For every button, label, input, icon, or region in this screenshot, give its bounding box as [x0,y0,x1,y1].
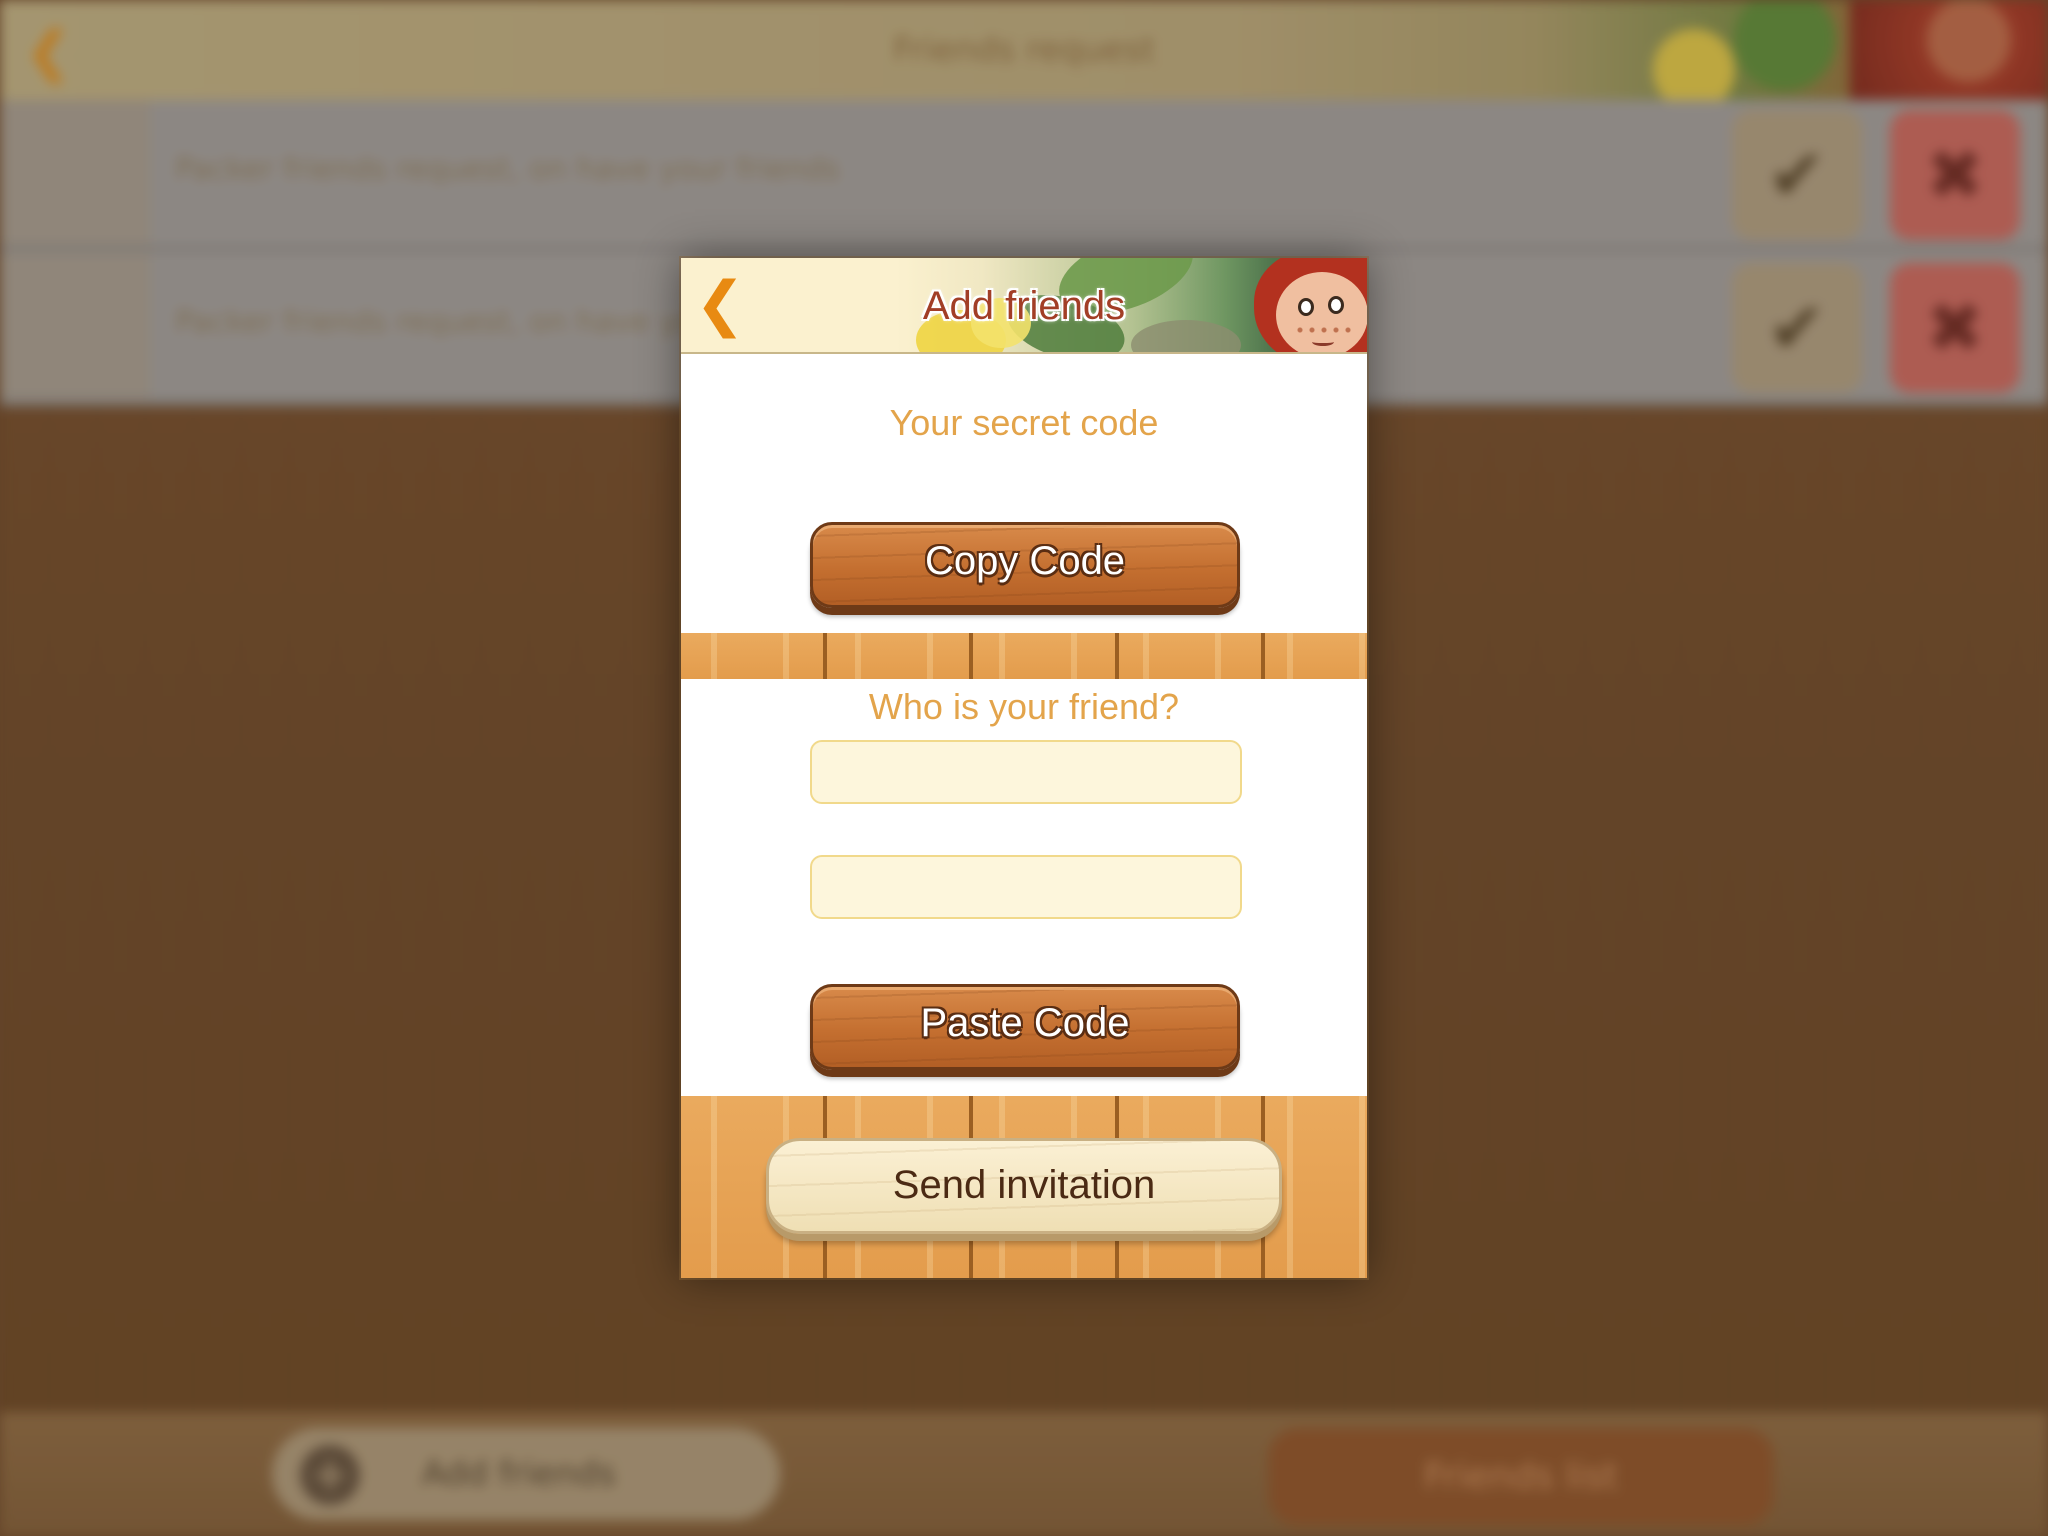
paste-code-button[interactable]: Paste Code [810,984,1240,1070]
dialog-title: Add friends [922,284,1126,328]
add-friends-dialog: ❮ Add friends Your secret code Copy Code… [681,258,1367,1278]
friend-label: Who is your friend? [868,686,1180,727]
send-invitation-button[interactable]: Send invitation [766,1138,1282,1234]
girl-mouth-illustration [1312,338,1334,346]
friend-name-field[interactable] [810,740,1242,804]
secret-code-label: Your secret code [889,402,1159,443]
friend-code-field[interactable] [810,855,1242,919]
wood-divider [681,633,1367,679]
dialog-header: ❮ Add friends [681,258,1367,354]
copy-code-button[interactable]: Copy Code [810,522,1240,608]
